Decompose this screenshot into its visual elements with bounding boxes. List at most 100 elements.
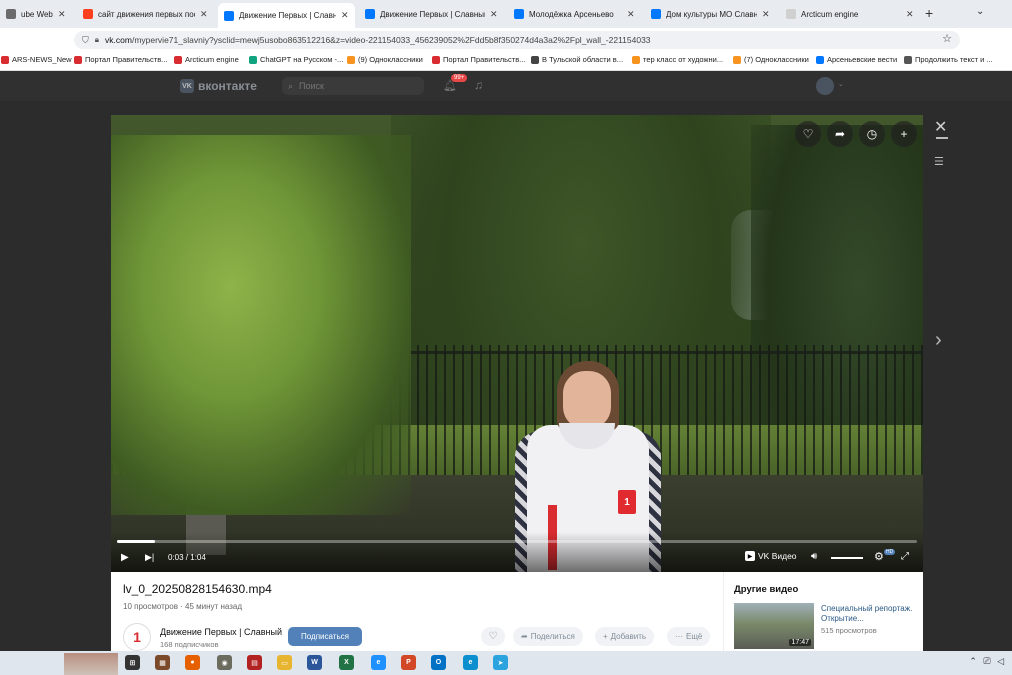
tab-label: Движение Первых | Славный (380, 9, 485, 19)
bookmark-label: ChatGPT на Русском -... (260, 55, 344, 64)
firefox-icon[interactable]: ● (185, 655, 200, 670)
share-button[interactable]: ➦ Поделиться (513, 627, 583, 646)
bookmark-item[interactable]: Arcticum engine (174, 55, 239, 64)
tab-close-icon[interactable]: ✕ (341, 10, 349, 21)
add-plus-icon[interactable]: + (891, 121, 917, 147)
bookmark-favicon-icon (1, 55, 9, 64)
bookmark-item[interactable]: (7) Одноклассники (733, 55, 809, 64)
photos-icon[interactable]: ▦ (155, 655, 170, 670)
bookmark-favicon-icon (733, 55, 741, 64)
music-note-icon[interactable]: ♫ (474, 78, 483, 92)
bookmark-star-icon[interactable]: ☆ (942, 32, 952, 45)
browser-tab[interactable]: Движение Первых | Славный ✕ (218, 3, 355, 28)
browser-tab[interactable]: сайт движения первых посел ✕ (77, 3, 214, 25)
browser-tab[interactable]: Движение Первых | Славный ✕ (359, 3, 504, 25)
edge-icon[interactable]: e (463, 655, 478, 670)
vk-logo[interactable]: VK вконтакте (180, 79, 257, 93)
browser-tab[interactable]: ube Webmail :: Вх ✕ (0, 3, 72, 25)
channel-name[interactable]: Движение Первых | Славный (160, 627, 282, 637)
tab-close-icon[interactable]: ✕ (627, 9, 635, 20)
lock-icon[interactable]: 🔒︎ (95, 35, 99, 45)
bookmark-item[interactable]: (9) Одноклассники (347, 55, 423, 64)
more-button[interactable]: ··· Ещё (667, 627, 711, 646)
channel-avatar[interactable]: 1 (123, 623, 151, 651)
desktop-preview-thumbnail[interactable] (64, 653, 118, 675)
settings-gear-icon[interactable]: ⚙ (874, 550, 884, 563)
gimp-icon[interactable]: ◉ (217, 655, 232, 670)
outlook-icon[interactable]: O (431, 655, 446, 670)
bookmark-label: В Тульской области в... (542, 55, 624, 64)
volume-slider[interactable] (831, 557, 863, 559)
tab-list-chevron-icon[interactable]: ⌄ (976, 6, 984, 17)
bookmark-item[interactable]: ARS-NEWS_New (1, 55, 72, 64)
winrar-icon[interactable]: ▤ (247, 655, 262, 670)
other-video-duration: 17:47 (789, 639, 811, 646)
windows-taskbar: ⌃ ⎚ ◁ ⊞ ▦ ● ◉ ▤ ▭ W Xe P Oe ➤ (0, 651, 1012, 675)
share-arrow-icon[interactable]: ➦ (827, 121, 853, 147)
fullscreen-icon[interactable]: ⤢ (901, 551, 909, 562)
powerpoint-icon[interactable]: P (401, 655, 416, 670)
like-heart-icon[interactable]: ♡ (795, 121, 821, 147)
progress-bar[interactable] (117, 540, 917, 543)
bookmark-label: тер класс от художни... (643, 55, 724, 64)
bookmark-label: ARS-NEWS_New (12, 55, 72, 64)
bookmark-item[interactable]: Портал Правительств... (74, 55, 167, 64)
telegram-icon[interactable]: ➤ (493, 655, 508, 670)
bookmark-item[interactable]: Портал Правительств... (432, 55, 525, 64)
vk-video-brand[interactable]: ▶ VK Видео (745, 551, 797, 561)
tab-favicon-icon (514, 9, 524, 19)
bookmark-favicon-icon (432, 55, 440, 64)
page-content: VK вконтакте ⌕ Поиск 🔔︎ 99+ ♫ ⌄ 1 ♡ ➦ ◷ … (0, 71, 1012, 651)
new-tab-button[interactable]: + (925, 5, 933, 21)
word-icon[interactable]: W (307, 655, 322, 670)
user-avatar[interactable] (816, 77, 834, 95)
system-tray[interactable]: ⌃ ⎚ ◁ (969, 656, 1006, 667)
movement-logo-icon: 1 (618, 490, 636, 514)
minimize-icon[interactable] (936, 137, 948, 139)
add-button[interactable]: + Добавить (595, 627, 655, 646)
explorer-icon[interactable]: ▭ (277, 655, 292, 670)
bookmark-item[interactable]: ChatGPT на Русском -... (249, 55, 343, 64)
playlist-icon[interactable]: ☰ (934, 155, 944, 168)
bookmark-label: Портал Правительств... (85, 55, 168, 64)
next-track-icon[interactable]: ▶| (145, 552, 154, 563)
tab-close-icon[interactable]: ✕ (58, 9, 66, 20)
chevron-right-icon[interactable]: › (935, 329, 942, 352)
bookmark-item[interactable]: В Тульской области в... (531, 55, 623, 64)
watch-later-clock-icon[interactable]: ◷ (859, 121, 885, 147)
view-count: 10 просмотров (123, 602, 178, 611)
bookmark-item[interactable]: Арсеньевские вести (816, 55, 897, 64)
share-label: Поделиться (530, 632, 575, 641)
subscribe-button[interactable]: Подписаться (288, 627, 362, 646)
browser-tab[interactable]: Arcticum engine ✕ (780, 3, 920, 25)
shield-icon[interactable]: ⛉ (82, 35, 89, 46)
tab-favicon-icon (651, 9, 661, 19)
play-icon[interactable]: ▶ (121, 552, 129, 563)
search-placeholder: Поиск (299, 81, 324, 91)
like-button[interactable]: ♡ (481, 627, 505, 646)
bookmark-favicon-icon (531, 55, 539, 64)
tab-close-icon[interactable]: ✕ (200, 9, 208, 20)
chevron-down-icon[interactable]: ⌄ (838, 80, 844, 88)
tab-close-icon[interactable]: ✕ (490, 9, 498, 20)
vk-search-input[interactable]: ⌕ Поиск (282, 77, 424, 95)
volume-icon[interactable]: 🔊︎ (811, 551, 817, 562)
other-video-title[interactable]: Специальный репортаж. Открытие... (821, 604, 917, 624)
video-info-panel: lv_0_20250828154630.mp4 10 просмотров · … (111, 572, 723, 651)
tab-close-icon[interactable]: ✕ (906, 9, 914, 20)
close-icon[interactable]: ✕ (934, 117, 947, 137)
ie-icon[interactable]: e (371, 655, 386, 670)
address-field[interactable]: ⛉ 🔒︎ vk.com/mypervie71_slavniy?ysclid=me… (74, 31, 960, 49)
browser-tab[interactable]: Молодёжка Арсеньево ✕ (508, 3, 641, 25)
task-view-icon[interactable]: ⊞ (125, 655, 140, 670)
excel-icon[interactable]: X (339, 655, 354, 670)
video-meta: 10 просмотров · 45 минут назад (123, 602, 243, 611)
tab-close-icon[interactable]: ✕ (762, 9, 770, 20)
browser-tab[interactable]: Дом культуры МО Славный ✕ (645, 3, 776, 25)
tab-label: Дом культуры МО Славный (666, 9, 757, 19)
bookmark-item[interactable]: тер класс от художни... (632, 55, 723, 64)
bookmark-favicon-icon (816, 55, 824, 64)
other-video-thumbnail[interactable]: 17:47 (734, 603, 814, 649)
bookmark-item[interactable]: Продолжить текст и ... (904, 55, 993, 64)
video-player[interactable]: 1 ♡ ➦ ◷ + ▶ ▶| 0:03 / 1:04 ▶ VK Видео 🔊︎… (111, 115, 923, 572)
